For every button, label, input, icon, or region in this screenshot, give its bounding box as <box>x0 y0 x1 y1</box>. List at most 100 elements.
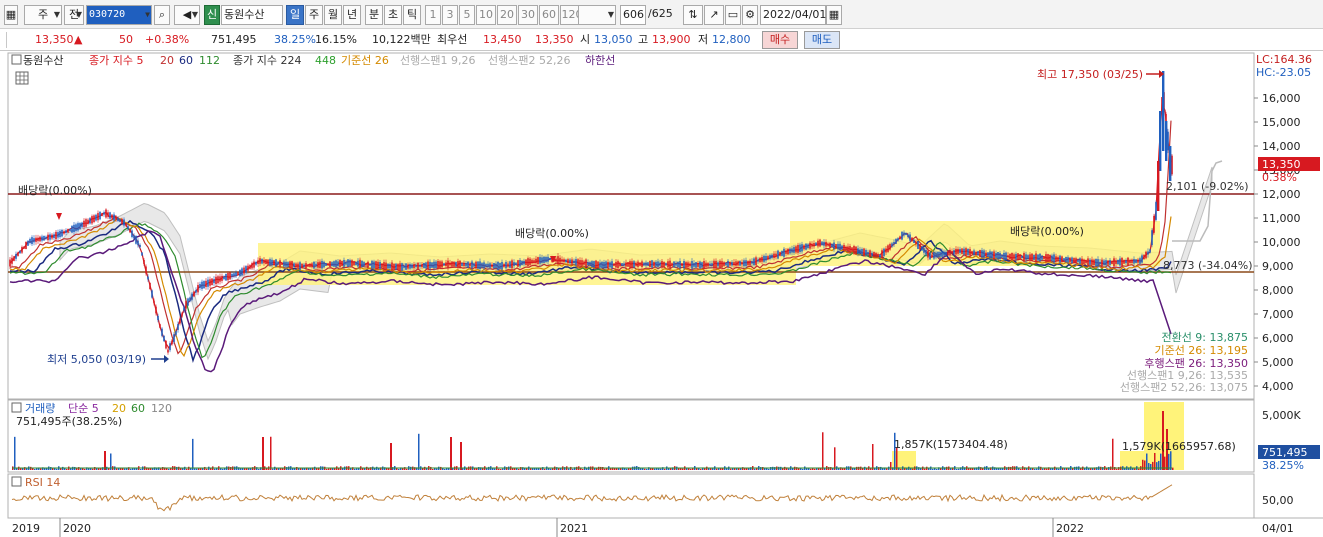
candle-body <box>777 250 779 259</box>
candle-body <box>39 236 41 242</box>
period-select[interactable]: 주 <box>24 5 62 25</box>
chart-type-icon[interactable]: ⇅ <box>683 5 703 25</box>
volume-toggle-icon[interactable] <box>11 402 22 413</box>
candle-body <box>591 261 593 267</box>
candle-body <box>847 246 849 251</box>
volume-bar <box>84 468 86 470</box>
volume-bar <box>196 468 198 470</box>
candle-body <box>263 259 265 264</box>
trend-icon[interactable]: ↗ <box>704 5 724 25</box>
candle-body <box>575 259 577 266</box>
candle-body <box>683 261 685 269</box>
interval-3[interactable]: 3 <box>442 5 458 25</box>
date-input[interactable]: 2022/04/01 <box>760 5 826 25</box>
candle-body <box>765 255 767 261</box>
candle-body <box>541 257 543 263</box>
chart-area[interactable]: 16,00015,00014,00013,00012,00011,00010,0… <box>0 51 1323 537</box>
price-chart[interactable]: 16,00015,00014,00013,00012,00011,00010,0… <box>0 51 1323 537</box>
volume-bar <box>782 468 784 470</box>
interval-30[interactable]: 30 <box>518 5 538 25</box>
candle-body <box>673 261 675 268</box>
volume-bar <box>436 468 438 470</box>
candle-body <box>1095 259 1097 267</box>
bar-count-input[interactable]: 606 <box>620 5 646 25</box>
interval-20[interactable]: 20 <box>497 5 517 25</box>
candle-body <box>493 262 495 269</box>
gear-icon[interactable]: ⚙ <box>742 5 758 25</box>
candle-body <box>665 263 667 266</box>
candle-body <box>1081 258 1083 264</box>
volume-bar <box>1132 468 1134 470</box>
candle-body <box>717 262 719 267</box>
candle-body <box>253 261 255 268</box>
candle-body <box>219 276 221 282</box>
volume-bar <box>270 436 272 470</box>
save-icon[interactable]: ▭ <box>725 5 741 25</box>
candle-body <box>77 223 79 231</box>
volume-bar <box>310 468 312 470</box>
candle-body <box>951 251 953 254</box>
candle-body <box>1153 215 1155 233</box>
tab-month[interactable]: 월 <box>324 5 342 25</box>
calendar-icon[interactable]: ▦ <box>826 5 842 25</box>
candle-body <box>743 260 745 267</box>
hc-value: HC:-23.05 <box>1256 66 1311 79</box>
rsi-toggle-icon[interactable] <box>11 476 22 487</box>
candle-body <box>25 241 27 250</box>
volume-bar <box>1138 468 1140 470</box>
candle-body <box>129 229 131 233</box>
best-bid: 13,350 <box>535 33 574 46</box>
prev-button[interactable]: 전 <box>64 5 84 25</box>
price-axis-label: 9,000 <box>1262 260 1294 273</box>
candle-body <box>1061 256 1063 263</box>
speaker-icon[interactable]: ◀ <box>174 5 200 25</box>
candle-body <box>93 215 95 223</box>
reference-label-lower: 8,773 (-34.04%) <box>1163 259 1252 272</box>
menu-handle[interactable]: ▦ <box>4 5 18 25</box>
buy-button[interactable]: 매수 <box>762 31 798 49</box>
date-label-2022: 2022 <box>1056 522 1084 535</box>
stock-code-input[interactable]: 030720 <box>86 5 152 25</box>
candle-body <box>555 258 557 261</box>
sell-button[interactable]: 매도 <box>804 31 840 49</box>
candle-body <box>811 243 813 247</box>
candle-body <box>831 243 833 248</box>
candle-body <box>411 264 413 269</box>
stock-name-field[interactable]: 동원수산 <box>221 5 283 25</box>
table-icon[interactable] <box>15 71 29 85</box>
tab-tick[interactable]: 틱 <box>403 5 421 25</box>
candle-body <box>1109 260 1111 265</box>
volume-bar <box>654 468 656 470</box>
volume-bar <box>280 468 282 470</box>
tab-second[interactable]: 초 <box>384 5 402 25</box>
candle-body <box>967 248 969 256</box>
interval-5[interactable]: 5 <box>459 5 475 25</box>
candle-body <box>893 241 895 245</box>
legend-span2: 선행스팬2 52,26 <box>488 54 570 67</box>
candle-body <box>873 252 875 258</box>
tab-week[interactable]: 주 <box>305 5 323 25</box>
candle-body <box>275 259 277 267</box>
candle-body <box>483 262 485 269</box>
candle-body <box>795 246 797 253</box>
volume-bar <box>498 468 500 470</box>
candle-body <box>999 252 1001 260</box>
candle-body <box>111 214 113 219</box>
volume-bar <box>56 468 58 470</box>
search-icon[interactable]: ⌕ <box>154 5 170 25</box>
interval-10[interactable]: 10 <box>476 5 496 25</box>
candle-body <box>309 263 311 267</box>
tab-minute[interactable]: 분 <box>365 5 383 25</box>
volume-bar <box>354 468 356 470</box>
tab-day[interactable]: 일 <box>286 5 304 25</box>
volume-bar <box>824 468 826 470</box>
candle-body <box>139 244 141 248</box>
candle-body <box>1093 259 1095 266</box>
candle-body <box>501 262 503 270</box>
legend-toggle-icon[interactable] <box>11 54 22 65</box>
custom-interval-select[interactable] <box>578 5 616 25</box>
candle-body <box>833 242 835 250</box>
interval-60[interactable]: 60 <box>539 5 559 25</box>
tab-year[interactable]: 년 <box>343 5 361 25</box>
interval-1[interactable]: 1 <box>425 5 441 25</box>
